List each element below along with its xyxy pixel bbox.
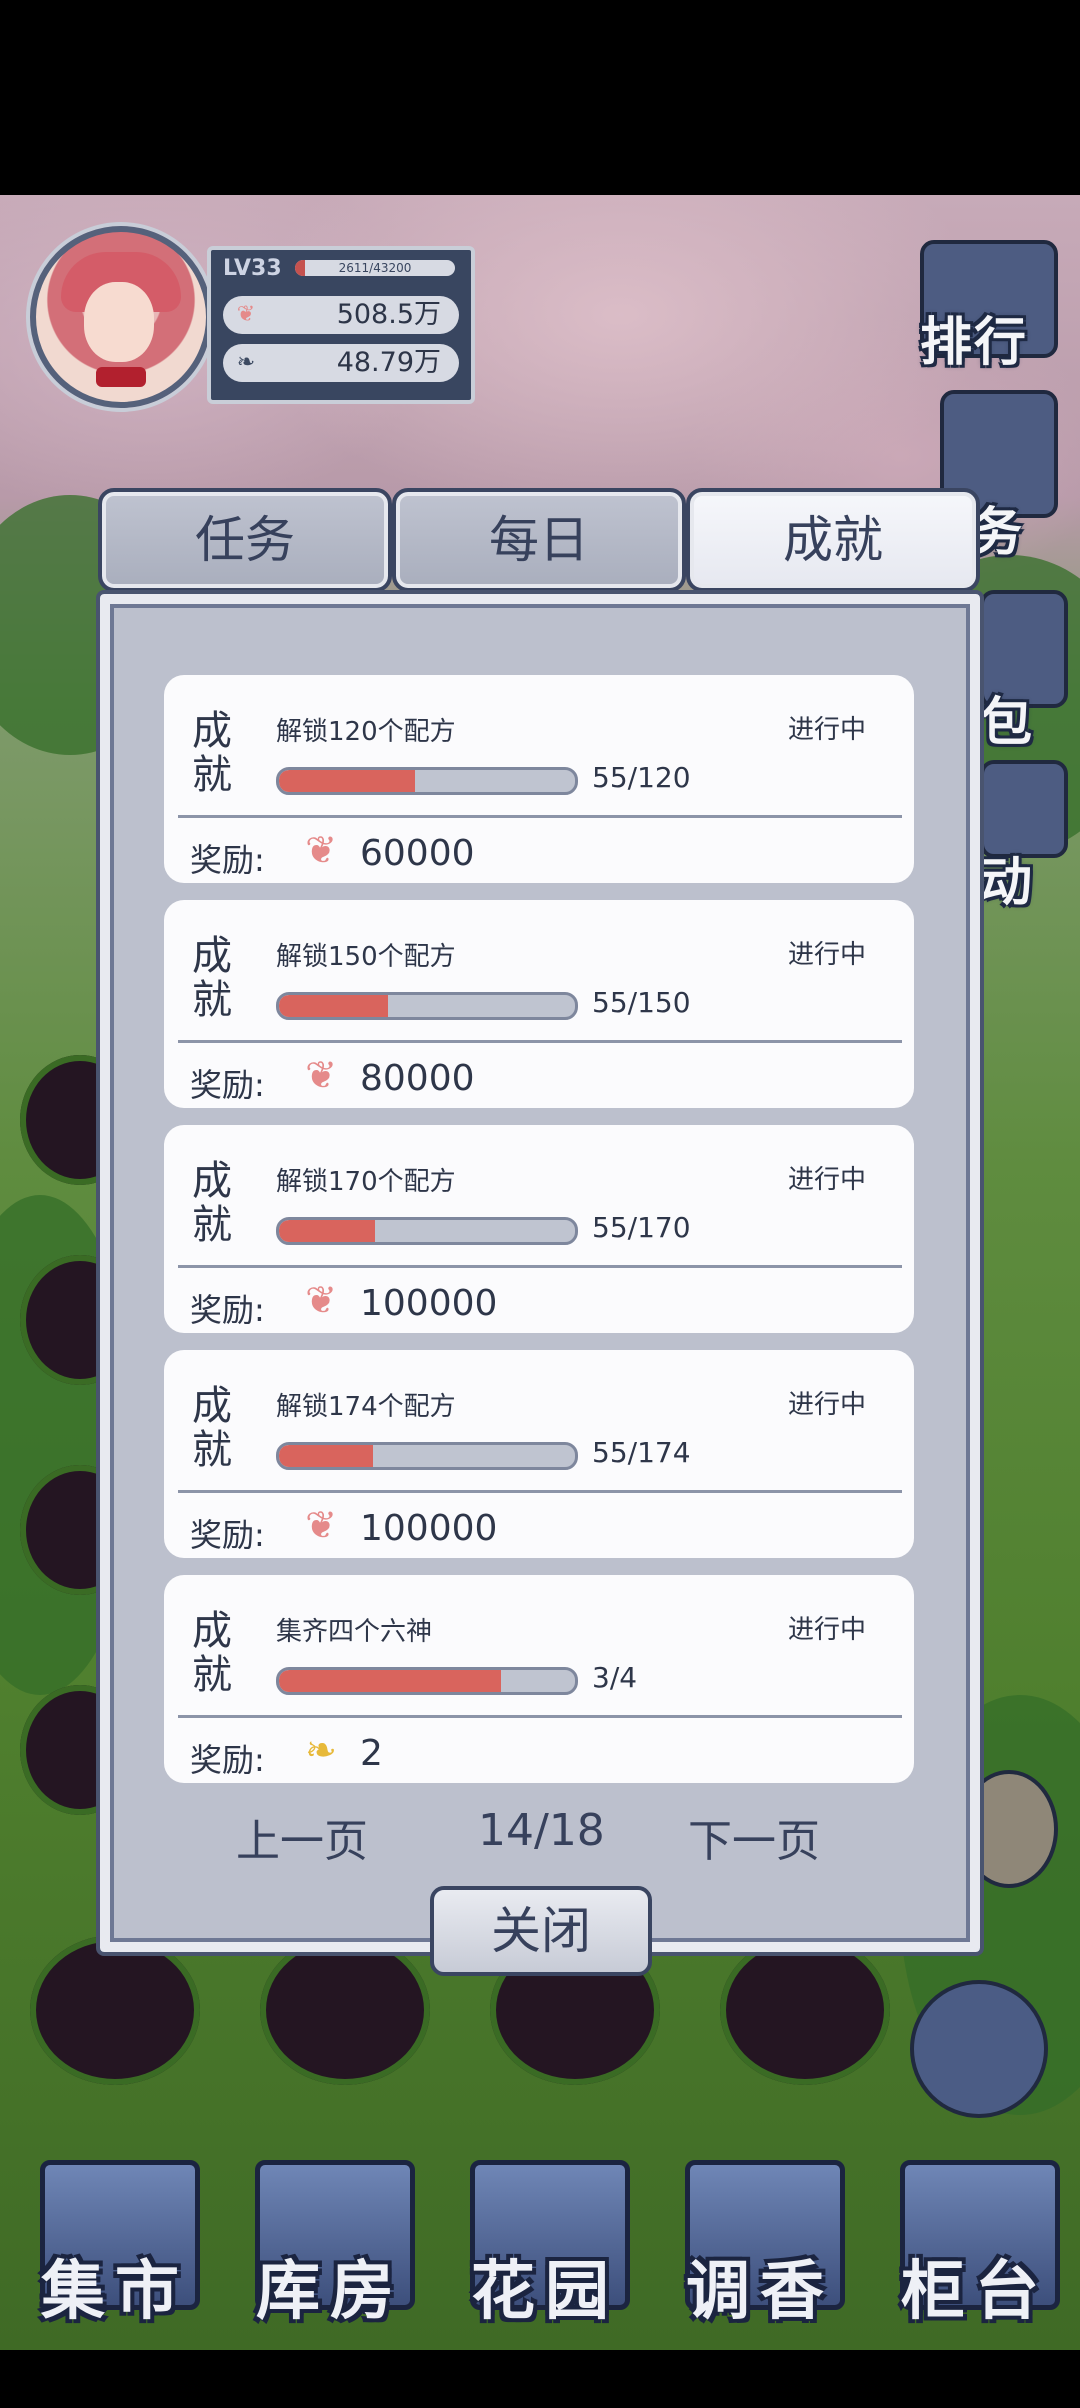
reward-label: 奖励: [190,1516,265,1554]
achievement-title: 解锁120个配方 [276,717,456,747]
nav-warehouse-label: 库房 [256,2255,404,2329]
garden-plot [720,1935,890,2085]
tab-daily[interactable]: 每日 [392,488,686,592]
achievement-card: 成就 解锁120个配方 进行中 55/120 奖励: ❦ 60000 [164,675,914,883]
close-label: 关闭 [491,1902,591,1960]
tab-achievements-label: 成就 [783,511,883,569]
reward-value: 80000 [360,1058,475,1099]
achievement-type: 成就 [192,1608,232,1698]
next-page-button[interactable]: 下一页 [688,1805,820,1869]
reward-value: 100000 [360,1283,498,1324]
achievement-progress-bar [276,767,578,795]
ranking-button[interactable]: 排行 [920,230,1070,380]
nav-counter[interactable]: 柜台 [880,2160,1070,2350]
bag-label: 包 [980,693,1035,753]
nav-perfume-label: 调香 [686,2255,834,2329]
achievement-title: 集齐四个六神 [276,1617,433,1647]
achievement-progress-bar [276,1667,578,1695]
petal-icon: ❦ [305,828,337,872]
achievement-status: 进行中 [787,715,866,745]
reward-label: 奖励: [190,1066,265,1104]
player-level: LV33 [223,256,282,281]
achievement-type: 成就 [192,1383,232,1473]
achievement-progress-count: 55/150 [592,986,691,1019]
reward-label: 奖励: [190,1291,265,1329]
achievement-status: 进行中 [787,940,866,970]
close-button[interactable]: 关闭 [430,1886,652,1976]
achievement-type: 成就 [192,708,232,798]
achievement-progress-bar [276,1217,578,1245]
navigation-bar [0,2350,1080,2408]
tab-tasks-label: 任务 [195,511,295,569]
achievement-status: 进行中 [787,1390,866,1420]
reward-value: 100000 [360,1508,498,1549]
petal-icon: ❦ [305,1278,337,1322]
achievement-progress-count: 55/170 [592,1211,691,1244]
nav-perfume[interactable]: 调香 [665,2160,855,2350]
achievement-card: 成就 解锁150个配方 进行中 55/150 奖励: ❦ 80000 [164,900,914,1108]
achievement-card: 成就 解锁174个配方 进行中 55/174 奖励: ❦ 100000 [164,1350,914,1558]
petal-icon: ❦ [236,302,256,327]
petal-currency: ❦ 508.5万 [223,296,459,334]
achievement-card: 成就 集齐四个六神 进行中 3/4 奖励: ❧ 2 [164,1575,914,1783]
achievement-status: 进行中 [787,1615,866,1645]
petal-amount: 508.5万 [336,299,441,330]
leaf-icon: ❧ [236,350,256,375]
tab-daily-label: 每日 [489,511,589,569]
status-bar [0,0,1080,195]
garden-plot [260,1935,430,2085]
tab-tasks[interactable]: 任务 [98,488,392,592]
event-button[interactable]: 动 [980,760,1080,920]
nav-market-label: 集市 [41,2255,189,2329]
achievement-title: 解锁174个配方 [276,1392,456,1422]
achievement-title: 解锁170个配方 [276,1167,456,1197]
achievement-progress-count: 55/120 [592,761,691,794]
achievement-card: 成就 解锁170个配方 进行中 55/170 奖励: ❦ 100000 [164,1125,914,1333]
petal-icon: ❦ [305,1503,337,1547]
nav-market[interactable]: 集市 [20,2160,210,2350]
reward-label: 奖励: [190,841,265,879]
seed-bag-button[interactable] [910,1980,1060,2140]
achievement-status: 进行中 [787,1165,866,1195]
xp-text: 2611/43200 [338,261,412,275]
achievement-progress-count: 55/174 [592,1436,691,1469]
avatar[interactable] [30,226,212,408]
nav-warehouse[interactable]: 库房 [235,2160,425,2350]
player-stats: LV33 2611/43200 ❦ 508.5万 ❧ 48.79万 [207,246,475,404]
achievement-progress-bar [276,992,578,1020]
achievement-type: 成就 [192,933,232,1023]
achievement-type: 成就 [192,1158,232,1248]
reward-label: 奖励: [190,1741,265,1779]
petal-icon: ❦ [305,1053,337,1097]
leaf-currency: ❧ 48.79万 [223,344,459,382]
leaf-amount: 48.79万 [336,347,441,378]
reward-value: 60000 [360,833,475,874]
reward-value: 2 [360,1733,383,1774]
player-card[interactable]: LV33 2611/43200 ❦ 508.5万 ❧ 48.79万 [12,208,475,408]
bag-button[interactable]: 包 [980,590,1080,753]
achievement-title: 解锁150个配方 [276,942,456,972]
achievement-progress-count: 3/4 [592,1661,638,1694]
gold-leaf-icon: ❧ [305,1728,337,1772]
ranking-label: 排行 [920,313,1029,373]
event-label: 动 [980,853,1035,913]
prev-page-button[interactable]: 上一页 [236,1805,368,1869]
nav-garden-label: 花园 [471,2255,619,2329]
nav-garden[interactable]: 花园 [450,2160,640,2350]
achievement-progress-bar [276,1442,578,1470]
nav-counter-label: 柜台 [901,2255,1049,2329]
page-indicator: 14/18 [478,1805,605,1856]
tab-achievements[interactable]: 成就 [686,488,980,592]
garden-plot [30,1935,200,2085]
